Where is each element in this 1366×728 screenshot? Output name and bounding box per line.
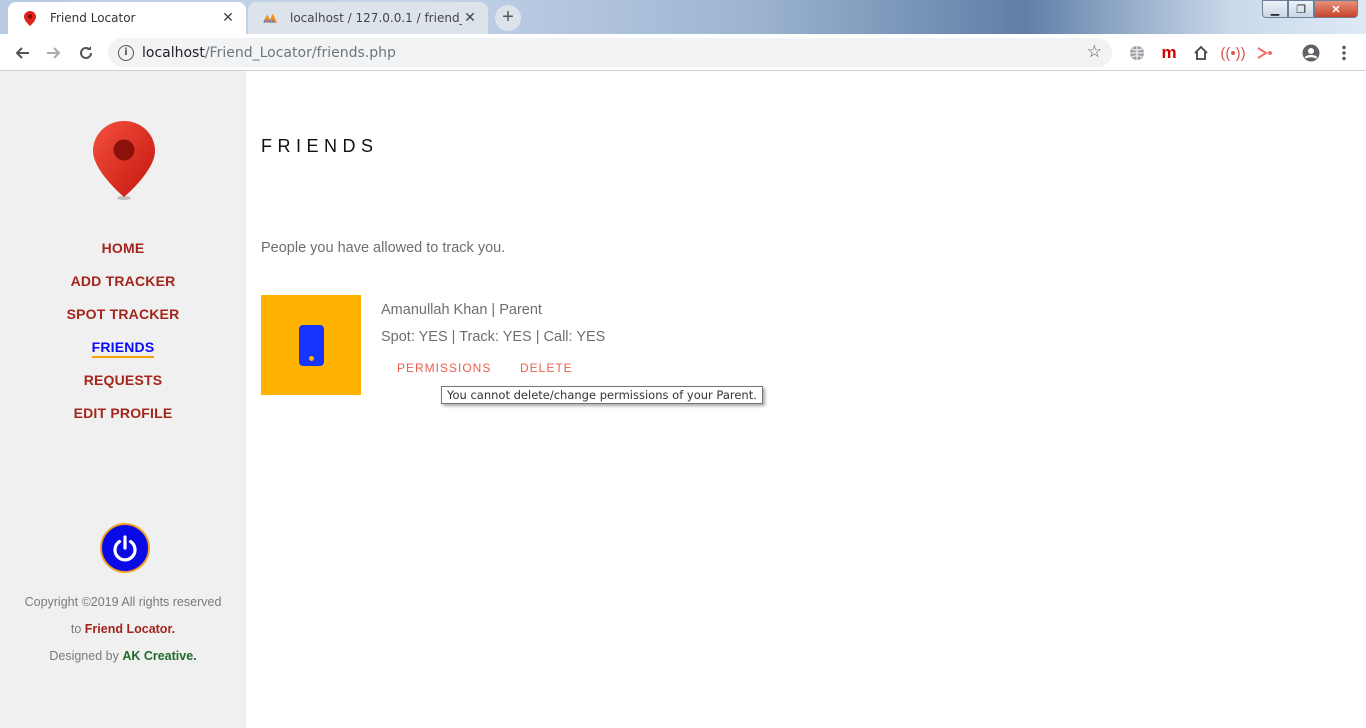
friend-permissions: Spot: YES | Track: YES | Call: YES	[381, 329, 606, 345]
nav-home[interactable]: HOME	[0, 239, 246, 272]
address-toolbar: i localhost/Friend_Locator/friends.php ☆…	[0, 34, 1366, 71]
permissions-button[interactable]: PERMISSIONS	[397, 361, 491, 375]
maximize-button[interactable]: ❐	[1288, 0, 1314, 18]
tab-close-icon[interactable]: ✕	[220, 10, 236, 26]
profile-avatar-icon[interactable]	[1300, 42, 1322, 64]
close-window-button[interactable]: ✕	[1314, 0, 1358, 18]
back-icon[interactable]	[10, 41, 34, 65]
tab-phpmyadmin[interactable]: PMA localhost / 127.0.0.1 / friend_loca …	[248, 2, 488, 34]
window-controls: ▁ ❐ ✕	[1262, 0, 1358, 18]
nav-label: REQUESTS	[83, 372, 163, 388]
url-host: localhost	[142, 44, 205, 61]
minimize-button[interactable]: ▁	[1262, 0, 1288, 18]
friend-name: Amanullah Khan | Parent	[381, 302, 542, 318]
reload-icon[interactable]	[74, 41, 98, 65]
intro-text: People you have allowed to track you.	[261, 240, 506, 256]
power-icon	[113, 535, 137, 562]
nav-add-tracker[interactable]: ADD TRACKER	[0, 272, 246, 305]
broadcast-extension-icon[interactable]: ((•))	[1220, 42, 1245, 64]
site-info-icon[interactable]: i	[118, 44, 134, 61]
forward-icon[interactable]	[42, 41, 66, 65]
nav-edit-profile[interactable]: EDIT PROFILE	[0, 404, 246, 437]
browser-tab-strip: Friend Locator ✕ PMA localhost / 127.0.0…	[0, 0, 1366, 34]
nav-requests[interactable]: REQUESTS	[0, 371, 246, 404]
home-icon[interactable]	[1190, 42, 1212, 64]
main-nav: HOME ADD TRACKER SPOT TRACKER FRIENDS RE…	[0, 239, 246, 437]
designed-by-text: Designed by	[49, 649, 123, 663]
m-extension-icon[interactable]: m	[1158, 42, 1180, 64]
main-content: FRIENDS People you have allowed to track…	[246, 71, 1366, 728]
tab-title: localhost / 127.0.0.1 / friend_loca	[290, 11, 462, 25]
map-pin-icon	[22, 10, 38, 26]
tab-close-icon[interactable]: ✕	[462, 10, 478, 26]
page-title: FRIENDS	[261, 136, 379, 156]
delete-button[interactable]: DELETE	[520, 361, 573, 375]
address-bar[interactable]: i localhost/Friend_Locator/friends.php ☆	[108, 38, 1112, 67]
nav-label: FRIENDS	[91, 339, 155, 358]
brand-link[interactable]: Friend Locator.	[85, 622, 175, 636]
logout-power-button[interactable]	[100, 523, 150, 573]
new-tab-button[interactable]: +	[495, 5, 521, 31]
nav-label: HOME	[101, 240, 145, 256]
nav-friends[interactable]: FRIENDS	[0, 338, 246, 371]
url-path: /Friend_Locator/friends.php	[204, 44, 396, 61]
tooltip: You cannot delete/change permissions of …	[441, 386, 763, 404]
cast-extension-icon[interactable]	[1254, 42, 1276, 64]
tab-friend-locator[interactable]: Friend Locator ✕	[8, 2, 246, 34]
globe-extension-icon[interactable]	[1126, 42, 1148, 64]
designer-link[interactable]: AK Creative.	[122, 649, 196, 663]
tab-title: Friend Locator	[50, 11, 136, 25]
browser-menu-icon[interactable]	[1333, 42, 1355, 64]
bookmark-star-icon[interactable]: ☆	[1087, 42, 1102, 62]
friend-avatar	[261, 295, 361, 395]
phpmyadmin-icon: PMA	[262, 10, 278, 26]
sidebar: HOME ADD TRACKER SPOT TRACKER FRIENDS RE…	[0, 71, 246, 728]
svg-text:PMA: PMA	[264, 19, 276, 24]
phone-icon	[298, 324, 324, 366]
nav-label: ADD TRACKER	[70, 273, 176, 289]
map-pin-logo-icon	[92, 121, 156, 208]
nav-label: EDIT PROFILE	[73, 405, 173, 421]
nav-spot-tracker[interactable]: SPOT TRACKER	[0, 305, 246, 338]
nav-label: SPOT TRACKER	[66, 306, 180, 322]
sidebar-footer: Copyright ©2019 All rights reserved to F…	[18, 589, 228, 670]
